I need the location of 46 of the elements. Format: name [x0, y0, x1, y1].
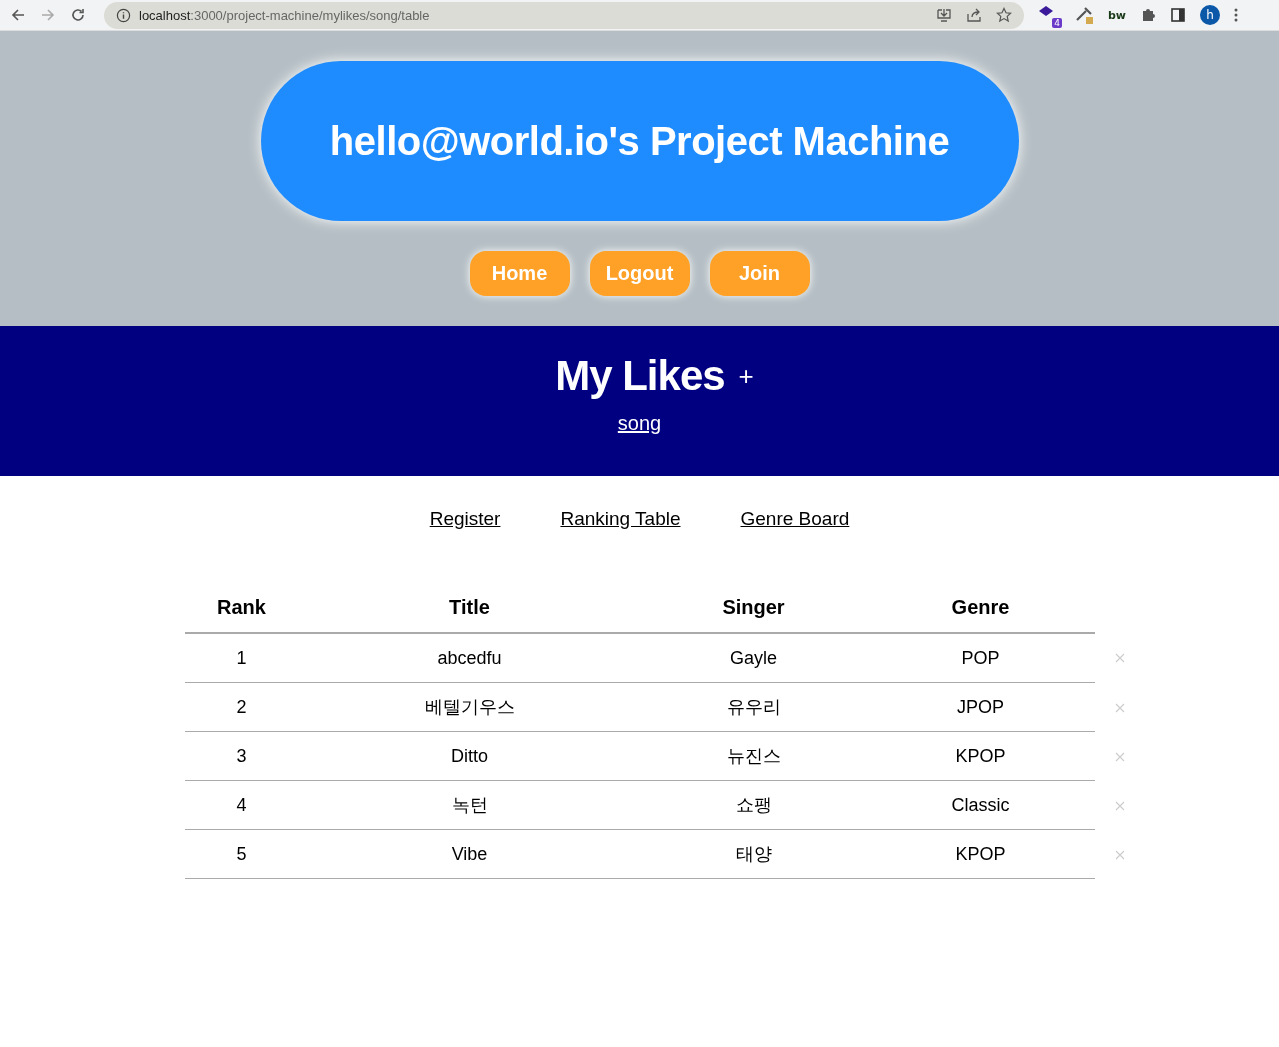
puzzle-icon[interactable] [1140, 7, 1157, 23]
table-cell: 뉴진스 [640, 731, 867, 781]
back-icon[interactable] [10, 7, 26, 23]
url-text: localhost:3000/project-machine/mylikes/song/table [139, 7, 430, 23]
extension-badge: 4 [1052, 18, 1062, 28]
eyedropper-icon[interactable] [1074, 5, 1094, 25]
menu-link[interactable]: Ranking Table [560, 508, 681, 530]
table-cell: 1 [184, 633, 299, 683]
star-icon[interactable] [996, 7, 1012, 23]
info-icon[interactable] [116, 7, 131, 23]
profile-avatar[interactable]: h [1200, 5, 1221, 25]
share-icon[interactable] [966, 7, 982, 23]
page-title: My Likes [555, 352, 725, 400]
table-cell: KPOP [866, 731, 1095, 781]
menu-link[interactable]: Genre Board [740, 508, 850, 530]
table-cell: Gayle [640, 633, 867, 683]
table-cell: abcedfu [298, 633, 641, 683]
reload-icon[interactable] [70, 7, 86, 23]
column-header: Rank [184, 582, 299, 633]
table-cell: 쇼팽 [640, 780, 867, 830]
install-icon[interactable] [936, 7, 952, 23]
table-cell: Vibe [298, 829, 641, 879]
table-cell: 4 [184, 780, 299, 830]
extension-label[interactable]: bw [1108, 8, 1127, 22]
table-cell: 2 [184, 682, 299, 732]
category-link[interactable]: song [617, 412, 662, 435]
table-cell: Classic [866, 780, 1095, 830]
table-cell: POP [866, 633, 1095, 683]
table-cell: 녹턴 [298, 780, 641, 830]
table-cell: 유우리 [640, 682, 867, 732]
menu-link[interactable]: Register [429, 508, 501, 530]
site-title: hello@world.io's Project Machine [260, 61, 1019, 221]
column-header: Title [298, 582, 641, 633]
sidebar-icon[interactable] [1170, 7, 1187, 23]
column-header: Genre [866, 582, 1095, 633]
table-cell: Ditto [298, 731, 641, 781]
table-cell: KPOP [866, 829, 1095, 879]
table-cell: JPOP [866, 682, 1095, 732]
address-bar[interactable]: localhost:3000/project-machine/mylikes/song/table [104, 1, 1024, 29]
table-cell: 태양 [640, 829, 867, 879]
menu-icon[interactable] [1234, 7, 1239, 23]
column-header: Singer [640, 582, 867, 633]
table-cell: 3 [184, 731, 299, 781]
table-cell: 5 [184, 829, 299, 879]
table-cell: 베텔기우스 [298, 682, 641, 732]
add-button[interactable]: + [738, 360, 754, 392]
